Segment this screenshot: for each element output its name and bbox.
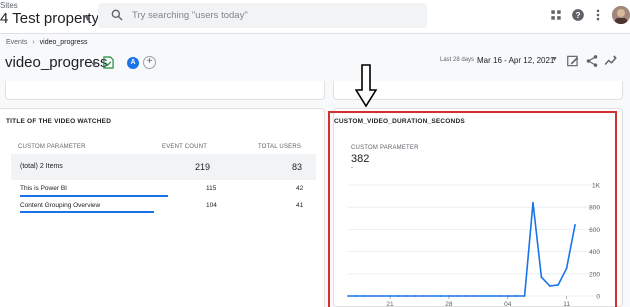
date-dropdown-icon[interactable]: ▼ xyxy=(551,56,558,63)
avatar[interactable] xyxy=(612,6,630,24)
date-range-picker[interactable]: Mar 16 - Apr 12, 2021 xyxy=(477,56,554,65)
row-event-count: 104 xyxy=(206,202,217,209)
breadcrumb-video-progress: video_progress xyxy=(39,39,88,46)
title-dropdown-icon[interactable]: ▼ xyxy=(90,60,98,69)
report-status-icon[interactable] xyxy=(103,56,114,69)
column-custom-parameter[interactable]: CUSTOM PARAMETER xyxy=(18,144,86,150)
search-icon xyxy=(111,9,123,21)
total-users: 83 xyxy=(292,162,303,172)
highlight-box xyxy=(328,111,617,307)
svg-text:?: ? xyxy=(576,11,581,20)
comparison-badge[interactable]: A xyxy=(127,57,139,69)
top-bar: Sites 4 Test property ▼ ? xyxy=(0,0,630,34)
user-avatar-icon xyxy=(612,6,630,24)
breadcrumb-events[interactable]: Events xyxy=(6,39,27,46)
column-event-count[interactable]: EVENT COUNT xyxy=(162,144,207,150)
row-share-bar xyxy=(20,211,154,213)
share-icon[interactable] xyxy=(585,54,599,68)
row-label[interactable]: This is Power BI xyxy=(20,185,67,192)
help-icon[interactable]: ? xyxy=(571,8,585,22)
edit-report-icon[interactable] xyxy=(566,54,580,68)
total-event-count: 219 xyxy=(195,162,211,172)
row-total-users: 41 xyxy=(296,202,304,209)
search-box[interactable] xyxy=(98,3,427,28)
row-event-count: 115 xyxy=(206,185,217,192)
insights-icon[interactable] xyxy=(604,54,618,68)
row-total-users: 42 xyxy=(296,185,304,192)
previous-card-left xyxy=(5,81,325,100)
down-arrow-annotation xyxy=(355,64,377,108)
property-dropdown-icon[interactable]: ▼ xyxy=(83,13,92,23)
video-title-card-heading: TITLE OF THE VIDEO WATCHED xyxy=(6,118,112,125)
row-label[interactable]: Content Grouping Overview xyxy=(20,202,100,209)
date-range-label: Last 28 days xyxy=(440,57,475,63)
chevron-right-icon: › xyxy=(32,39,35,46)
breadcrumb: Events › video_progress xyxy=(6,39,88,46)
total-label: (total) 2 Items xyxy=(20,163,63,170)
apps-grid-icon[interactable] xyxy=(549,8,563,22)
analytics-page: Sites 4 Test property ▼ ? xyxy=(0,0,630,307)
search-input[interactable] xyxy=(132,6,412,25)
more-vert-icon[interactable] xyxy=(591,8,605,22)
row-share-bar xyxy=(20,195,168,197)
add-comparison-button[interactable]: + xyxy=(143,56,156,69)
column-total-users[interactable]: TOTAL USERS xyxy=(258,144,301,150)
sites-label: Sites xyxy=(0,1,18,10)
